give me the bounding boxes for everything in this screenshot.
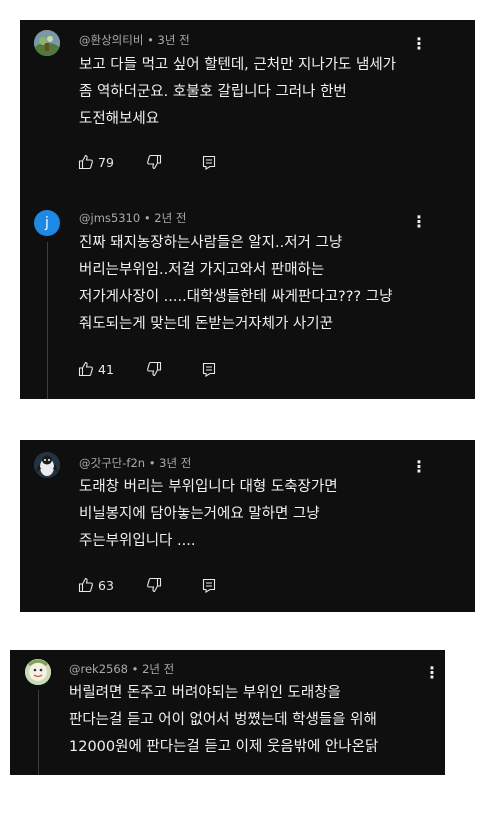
kebab-menu-icon[interactable]: ⋮ — [411, 459, 427, 475]
timestamp[interactable]: 3년 전 — [158, 33, 190, 47]
comment-actions: 41 — [76, 359, 219, 379]
cartoon-avatar-icon[interactable] — [25, 659, 51, 685]
timestamp[interactable]: 3년 전 — [159, 456, 191, 470]
kebab-menu-icon[interactable]: ⋮ — [424, 665, 440, 681]
comment-text: 보고 다들 먹고 싶어 할텐데, 근처만 지나가도 냄세가 좀 역하더군요. 호… — [79, 52, 396, 133]
like-count: 79 — [98, 154, 114, 170]
comment-line: 버릴려면 돈주고 버려야되는 부위인 도래창을 — [69, 685, 341, 701]
comment-line: 12000원에 판다는걸 듣고 이제 웃음밖에 안나온닭 — [69, 739, 379, 755]
comment-line: 비닐봉지에 담아놓는거에요 말하면 그냥 — [79, 506, 320, 522]
comment-card-2: @갓구단-f2n • 3년 전 ⋮ 도래창 버리는 부위입니다 대형 도축장가면… — [20, 440, 475, 612]
comment-line: 저가게사장이 .....대학생들한테 싸게판다고??? 그냥 — [79, 289, 393, 305]
like-icon[interactable] — [76, 575, 96, 595]
timestamp[interactable]: 2년 전 — [154, 211, 186, 225]
like-count: 41 — [98, 361, 114, 377]
reply-icon[interactable] — [199, 152, 219, 172]
comment-line: 좀 역하더군요. 호불호 갈립니다 그러나 한번 — [79, 84, 347, 100]
nature-avatar-icon[interactable] — [34, 30, 60, 56]
comment-meta: @갓구단-f2n • 3년 전 — [79, 455, 191, 471]
comment-line: 판다는걸 듣고 어이 없어서 벙쪘는데 학생들을 위해 — [69, 712, 377, 728]
reply-icon[interactable] — [199, 359, 219, 379]
reply-icon[interactable] — [199, 575, 219, 595]
author-handle[interactable]: @rek2568 — [69, 662, 128, 676]
like-icon[interactable] — [76, 152, 96, 172]
comment-meta: @jms5310 • 2년 전 — [79, 210, 186, 226]
author-handle[interactable]: @갓구단-f2n — [79, 456, 145, 470]
separator: • — [148, 456, 156, 470]
comment-actions: 79 — [76, 152, 219, 172]
dislike-icon[interactable] — [144, 152, 164, 172]
separator: • — [131, 662, 139, 676]
comment-line: 보고 다들 먹고 싶어 할텐데, 근처만 지나가도 냄세가 — [79, 57, 397, 73]
dislike-icon[interactable] — [144, 575, 164, 595]
comment-line: 진짜 돼지농장하는사람들은 알지..저거 그냥 — [79, 235, 343, 251]
letter-avatar[interactable]: j — [34, 210, 60, 236]
author-handle[interactable]: @jms5310 — [79, 211, 140, 225]
kebab-menu-icon[interactable]: ⋮ — [411, 214, 427, 230]
kebab-menu-icon[interactable]: ⋮ — [411, 36, 427, 52]
timestamp[interactable]: 2년 전 — [142, 662, 174, 676]
comment-meta: @rek2568 • 2년 전 — [69, 661, 174, 677]
avatar-letter: j — [45, 215, 49, 231]
separator: • — [147, 33, 154, 47]
thread-line — [47, 242, 48, 399]
like-count: 63 — [98, 577, 114, 593]
comment-text: 버릴려면 돈주고 버려야되는 부위인 도래창을 판다는걸 듣고 어이 없어서 벙… — [69, 680, 378, 761]
comment-card-3: @rek2568 • 2년 전 ⋮ 버릴려면 돈주고 버려야되는 부위인 도래창… — [10, 650, 445, 775]
like-icon[interactable] — [76, 359, 96, 379]
comment-meta: @환상의티비 • 3년 전 — [79, 32, 190, 48]
comment-actions: 63 — [76, 575, 219, 595]
thread-line — [38, 690, 39, 775]
comment-text: 진짜 돼지농장하는사람들은 알지..저거 그냥 버리는부위임..저걸 가지고와서… — [79, 230, 392, 338]
comment-line: 버리는부위임..저걸 가지고와서 판매하는 — [79, 262, 325, 278]
separator: • — [143, 211, 151, 225]
comment-card-1: @환상의티비 • 3년 전 ⋮ 보고 다들 먹고 싶어 할텐데, 근처만 지나가… — [20, 20, 475, 399]
comment-line: 줘도되는게 맞는데 돈받는거자체가 사기꾼 — [79, 316, 333, 332]
penguin-avatar-icon[interactable] — [34, 452, 60, 478]
author-handle[interactable]: @환상의티비 — [79, 33, 143, 47]
dislike-icon[interactable] — [144, 359, 164, 379]
comment-line: 주는부위입니다 .... — [79, 533, 196, 549]
comment-line: 도래창 버리는 부위입니다 대형 도축장가면 — [79, 479, 338, 495]
comment-text: 도래창 버리는 부위입니다 대형 도축장가면 비닐봉지에 담아놓는거에요 말하면… — [79, 474, 338, 555]
comment-line: 도전해보세요 — [79, 111, 160, 127]
